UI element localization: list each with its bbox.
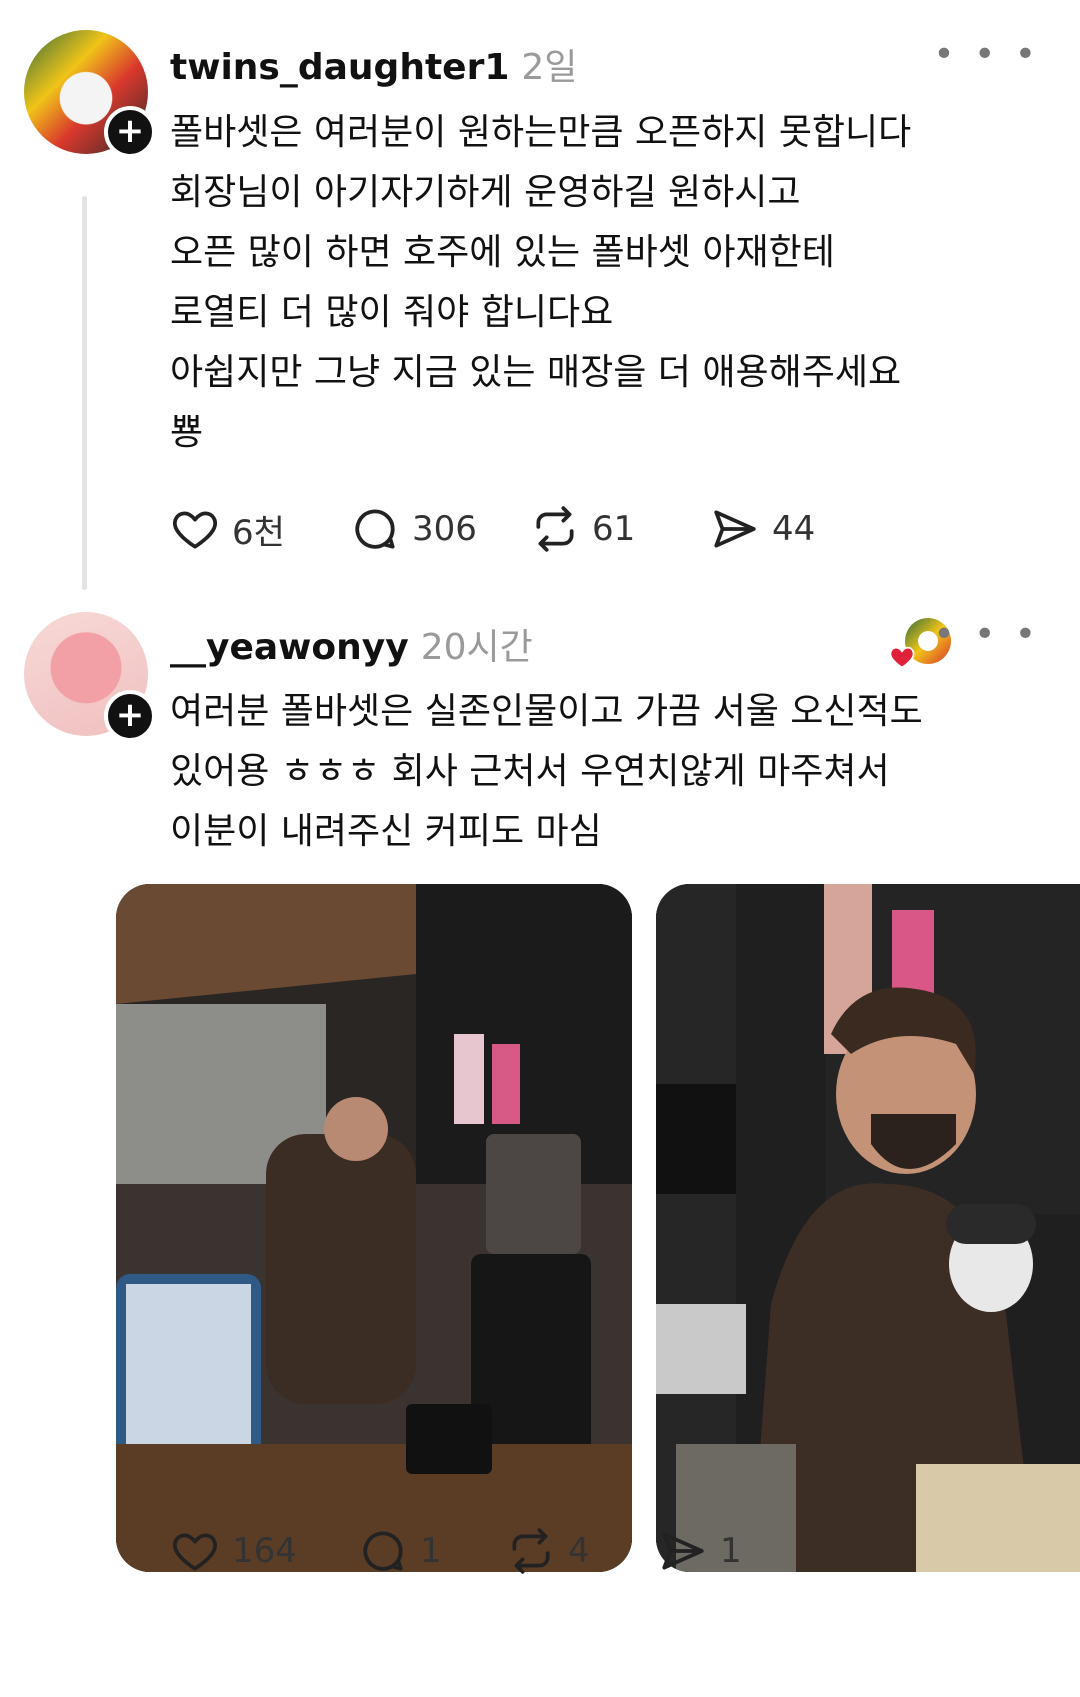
post-time: 20시간 xyxy=(420,627,533,668)
share-count: 1 xyxy=(720,1531,742,1571)
text-line: 회장님이 아기자기하게 운영하길 원하시고 xyxy=(170,172,801,213)
more-horizontal-icon[interactable]: • • • xyxy=(933,614,1040,655)
repost-icon xyxy=(512,1528,550,1574)
share-count: 44 xyxy=(772,509,816,549)
comment-bubble-icon xyxy=(355,509,395,549)
repost-count: 61 xyxy=(592,509,636,549)
comment-button[interactable]: 306 xyxy=(350,504,477,554)
follow-plus-icon[interactable]: + xyxy=(104,106,156,158)
share-button[interactable]: 44 xyxy=(710,504,815,554)
comment-bubble-icon xyxy=(363,1531,403,1571)
like-button[interactable]: 164 xyxy=(170,1526,297,1576)
thread-line xyxy=(82,196,87,590)
post-text: 폴바셋은 여러분이 원하는만큼 오픈하지 못합니다 회장님이 아기자기하게 운영… xyxy=(170,103,1030,463)
heart-icon xyxy=(173,511,217,549)
more-horizontal-icon[interactable]: • • • xyxy=(933,34,1040,75)
comment-button[interactable]: 1 xyxy=(358,1526,442,1576)
repost-icon xyxy=(536,506,574,552)
post-time: 2일 xyxy=(521,47,578,88)
username[interactable]: __yeawonyy xyxy=(170,627,409,668)
comment-count: 306 xyxy=(412,509,477,549)
username-row: __yeawonyy 20시간 xyxy=(170,618,533,670)
share-button[interactable]: 1 xyxy=(658,1526,742,1576)
text-line: 뿅 xyxy=(170,412,204,453)
text-line: 이분이 내려주신 커피도 마심 xyxy=(170,811,602,852)
heart-badge-icon xyxy=(889,646,915,669)
text-line: 여러분 폴바셋은 실존인물이고 가끔 서울 오신적도 xyxy=(170,691,923,732)
text-line: 폴바셋은 여러분이 원하는만큼 오픈하지 못합니다 xyxy=(170,112,912,153)
send-icon xyxy=(662,1532,704,1570)
post-photo-2[interactable] xyxy=(656,884,1080,1572)
repost-count: 4 xyxy=(568,1531,590,1571)
like-count: 6천 xyxy=(232,512,285,553)
send-icon xyxy=(714,510,756,548)
action-bar: 164 1 4 1 xyxy=(170,1526,970,1586)
like-button[interactable]: 6천 xyxy=(170,504,285,554)
text-line: 있어용 ㅎㅎㅎ 회사 근처서 우연치않게 마주쳐서 xyxy=(170,751,890,792)
action-bar: 6천 306 61 44 xyxy=(170,504,970,564)
heart-icon xyxy=(173,1533,217,1571)
post-text: 여러분 폴바셋은 실존인물이고 가끔 서울 오신적도 있어용 ㅎㅎㅎ 회사 근처… xyxy=(170,682,1030,862)
username[interactable]: twins_daughter1 xyxy=(170,47,509,88)
post-photo-1[interactable] xyxy=(116,884,632,1572)
text-line: 오픈 많이 하면 호주에 있는 폴바셋 아재한테 xyxy=(170,232,835,273)
username-row: twins_daughter1 2일 xyxy=(170,38,577,90)
cafe-photo xyxy=(656,884,1080,1572)
cafe-photo xyxy=(116,884,632,1572)
like-count: 164 xyxy=(232,1531,297,1571)
repost-button[interactable]: 4 xyxy=(506,1526,590,1576)
text-line: 로열티 더 많이 줘야 합니다요 xyxy=(170,292,614,333)
repost-button[interactable]: 61 xyxy=(530,504,635,554)
comment-count: 1 xyxy=(420,1531,442,1571)
text-line: 아쉽지만 그냥 지금 있는 매장을 더 애용해주세요 xyxy=(170,352,902,393)
follow-plus-icon[interactable]: + xyxy=(104,690,156,742)
